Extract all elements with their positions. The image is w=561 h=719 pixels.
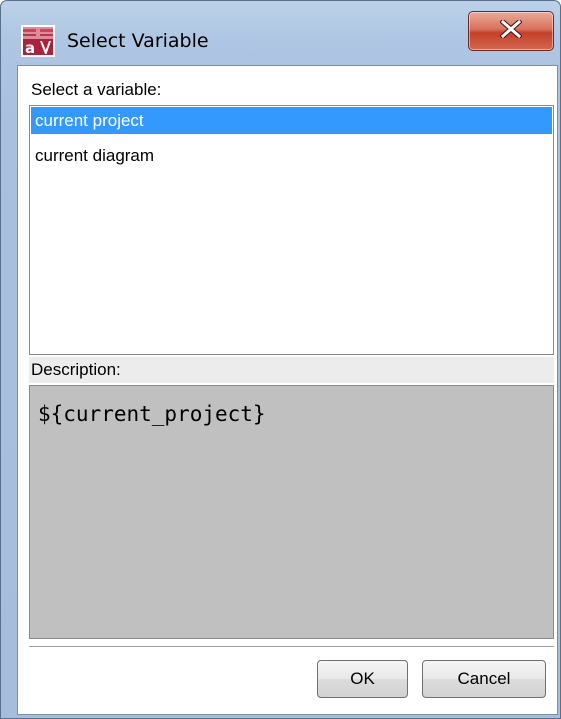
cancel-button[interactable]: Cancel [422,660,546,698]
dialog-window: a Select Variable Select a variable: cur… [0,0,561,719]
ok-button-label: OK [350,669,375,688]
description-text: ${current_project} [38,402,266,426]
list-item-current-diagram[interactable]: current diagram [31,142,552,169]
title-bar[interactable]: a Select Variable [1,1,560,61]
select-variable-label: Select a variable: [31,80,162,99]
list-item-label: current diagram [35,146,155,165]
variable-list[interactable]: current project current diagram [29,105,554,355]
window-title: Select Variable [67,30,209,52]
description-text-area[interactable]: ${current_project} [29,385,554,639]
list-item-label: current project [35,111,144,130]
description-label: Description: [31,360,121,379]
footer-divider [29,646,554,647]
cancel-button-label: Cancel [457,669,511,688]
ok-button[interactable]: OK [317,660,408,698]
close-icon [499,17,523,43]
close-button[interactable] [468,11,554,51]
svg-text:a: a [25,39,35,57]
app-icon: a [21,25,55,57]
list-item-current-project[interactable]: current project [31,107,552,134]
